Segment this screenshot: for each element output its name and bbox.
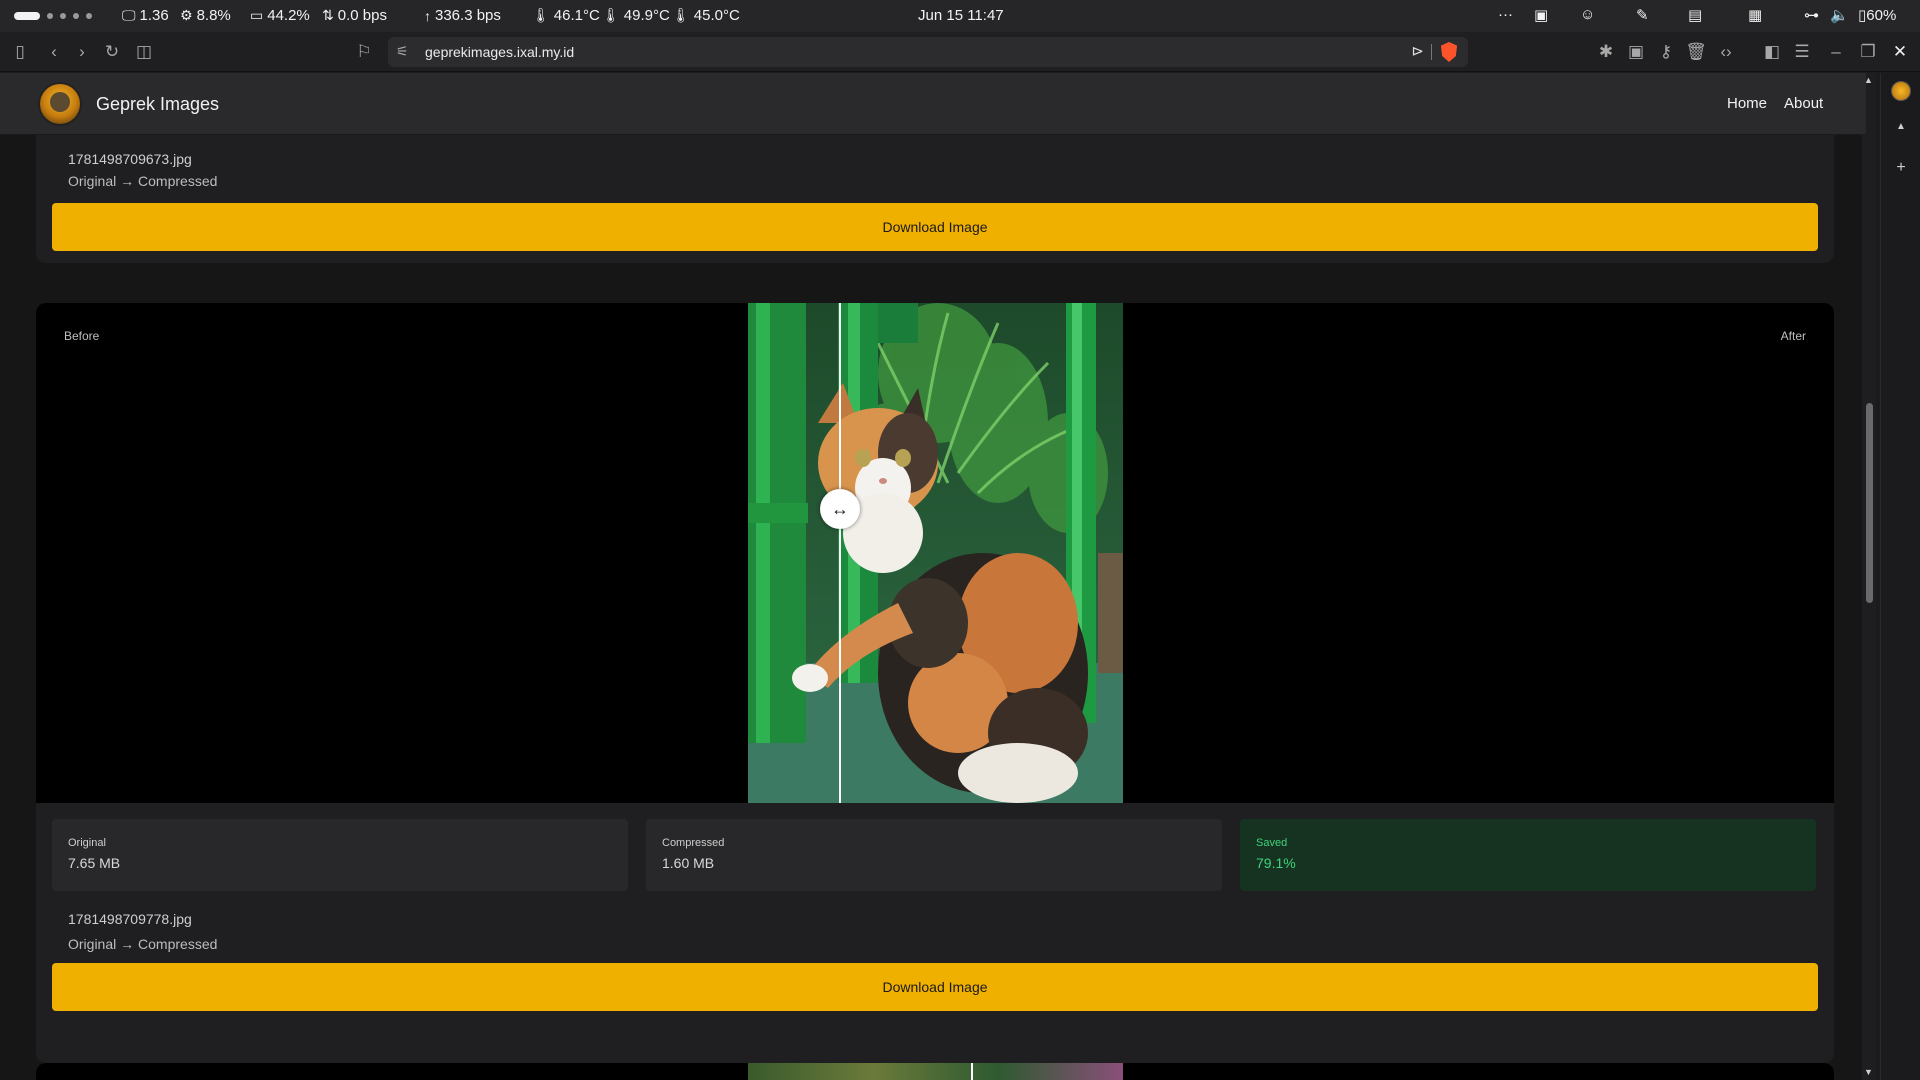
site-brand[interactable]: Geprek Images [96, 94, 219, 115]
after-label: After [1780, 329, 1806, 343]
cpu-stat: ⚙ 8.8% [180, 7, 231, 24]
trash-icon[interactable]: 🗑 [1684, 40, 1708, 64]
file-subtitle: Original → Compressed [68, 936, 218, 952]
compare-divider-line[interactable] [839, 303, 841, 803]
cpu-icon: ⚙ [180, 7, 193, 23]
battery-icon: ▯ [1858, 7, 1867, 24]
maximize-icon[interactable]: ❐ [1856, 40, 1880, 64]
file-name: 1781498709673.jpg [68, 151, 192, 167]
network-icon[interactable]: ⊶ [1804, 6, 1819, 24]
result-card [36, 1063, 1834, 1080]
net-down-stat: ⇅ 0.0 bps [322, 7, 387, 24]
load-stat: 🖵 1.36 [122, 7, 169, 24]
before-after-compare[interactable]: Before After ↔ [36, 303, 1834, 803]
color-picker-icon[interactable]: ✎ [1636, 6, 1649, 24]
back-icon[interactable]: ‹ [42, 40, 66, 64]
net-up-stat: ↑ 336.3 bps [424, 7, 501, 24]
site-favicon-icon[interactable] [1891, 81, 1911, 101]
drag-arrows-icon: ↔ [831, 499, 849, 519]
page-scrollbar[interactable]: ▲ ▼ [1862, 73, 1876, 1080]
thermometer-icon: 🌡 [532, 7, 550, 23]
download-button[interactable]: Download Image [52, 963, 1818, 1011]
split-view-icon[interactable]: ◫ [132, 40, 156, 64]
page-viewport: Geprek Images Home About 1781498709673.j… [0, 73, 1866, 1080]
stat-value: 79.1% [1256, 855, 1296, 871]
sidebar-toggle-icon[interactable]: ▯ [8, 40, 32, 64]
nav-home[interactable]: Home [1727, 95, 1767, 112]
file-name: 1781498709778.jpg [68, 911, 192, 927]
temp-stat-3: 🌡 45.0°C [672, 7, 740, 24]
extensions-icon[interactable]: ✱ [1594, 40, 1618, 64]
wallet-icon[interactable]: ▣ [1624, 40, 1648, 64]
screenshot-icon[interactable]: ▣ [1534, 6, 1548, 24]
menu-icon[interactable]: ☰ [1790, 40, 1814, 64]
stat-label: Compressed [662, 837, 725, 849]
browser-toolbar: ▯ ‹ › ↻ ◫ ⚐ ⚟ geprekimages.ixal.my.id ⊳ … [0, 32, 1920, 72]
temp-stat-1: 🌡 46.1°C [532, 7, 600, 24]
password-key-icon[interactable]: ⚷ [1654, 40, 1678, 64]
forward-icon[interactable]: › [70, 40, 94, 64]
bookmark-icon[interactable]: ⚐ [352, 40, 376, 64]
site-navbar: Geprek Images Home About [0, 73, 1866, 135]
thermometer-icon: 🌡 [672, 7, 690, 23]
reload-icon[interactable]: ↻ [100, 40, 124, 64]
stat-value: 1.60 MB [662, 855, 715, 871]
cat-photo [748, 303, 1123, 803]
photo-preview [748, 1063, 1123, 1080]
compressed-size-box: Compressed 1.60 MB [646, 819, 1222, 891]
saved-percent-box: Saved 79.1% [1240, 819, 1816, 891]
clock[interactable]: Jun 15 11:47 [918, 7, 1004, 24]
scroll-thumb[interactable] [1866, 403, 1873, 603]
brave-shield-icon[interactable] [1440, 42, 1458, 62]
nav-about[interactable]: About [1784, 95, 1823, 112]
compare-divider-line[interactable] [971, 1063, 973, 1080]
os-top-bar: 🖵 1.36 ⚙ 8.8% ▭ 44.2% ⇅ 0.0 bps ↑ 336.3 bps 🌡… [0, 0, 1920, 32]
close-icon[interactable]: ✕ [1888, 40, 1912, 64]
monitor-icon: 🖵 [122, 7, 136, 23]
site-settings-icon[interactable]: ⚟ [396, 43, 409, 60]
before-label: Before [64, 329, 100, 343]
sidebar-panel-icon[interactable]: ◧ [1760, 40, 1784, 64]
layout-icon[interactable]: ▦ [1748, 6, 1762, 24]
minimize-icon[interactable]: – [1824, 40, 1848, 64]
upload-arrow-icon: ↑ [424, 7, 431, 24]
overflow-menu[interactable]: ··· [1498, 6, 1513, 23]
memory-icon: ▭ [250, 7, 264, 23]
file-subtitle: Original → Compressed [68, 173, 218, 189]
scroll-down-arrow-icon[interactable]: ▼ [1864, 1067, 1873, 1077]
clipboard-icon[interactable]: ▤ [1688, 6, 1702, 24]
before-after-compare[interactable] [36, 1063, 1834, 1080]
original-size-box: Original 7.65 MB [52, 819, 628, 891]
browser-side-panel: ▲ + [1880, 73, 1920, 1080]
add-panel-icon[interactable]: + [1891, 158, 1911, 178]
download-button[interactable]: Download Image [52, 203, 1818, 251]
devtools-icon[interactable]: ‹› [1714, 40, 1738, 64]
url-text[interactable]: geprekimages.ixal.my.id [425, 44, 574, 60]
emoji-icon[interactable]: ☺ [1580, 6, 1595, 23]
site-logo[interactable] [38, 82, 82, 126]
send-icon[interactable]: ⊳ [1411, 42, 1424, 60]
result-card: Before After ↔ Original 7.65 MB Compress… [36, 303, 1834, 1063]
download-arrows-icon: ⇅ [322, 7, 334, 23]
collapse-up-icon[interactable]: ▲ [1891, 117, 1911, 137]
stat-label: Saved [1256, 837, 1288, 849]
thermometer-icon: 🌡 [602, 7, 620, 23]
stat-value: 7.65 MB [68, 855, 121, 871]
battery-status[interactable]: ▯ 60% [1858, 6, 1896, 25]
memory-stat: ▭ 44.2% [250, 7, 310, 24]
volume-icon[interactable]: 🔈 [1830, 6, 1849, 24]
workspace-indicator[interactable] [14, 12, 92, 20]
address-bar[interactable]: ⚟ geprekimages.ixal.my.id ⊳ [388, 37, 1468, 67]
temp-stat-2: 🌡 49.9°C [602, 7, 670, 24]
compare-slider-handle[interactable]: ↔ [820, 489, 860, 529]
divider [1431, 44, 1432, 60]
stat-label: Original [68, 837, 106, 849]
